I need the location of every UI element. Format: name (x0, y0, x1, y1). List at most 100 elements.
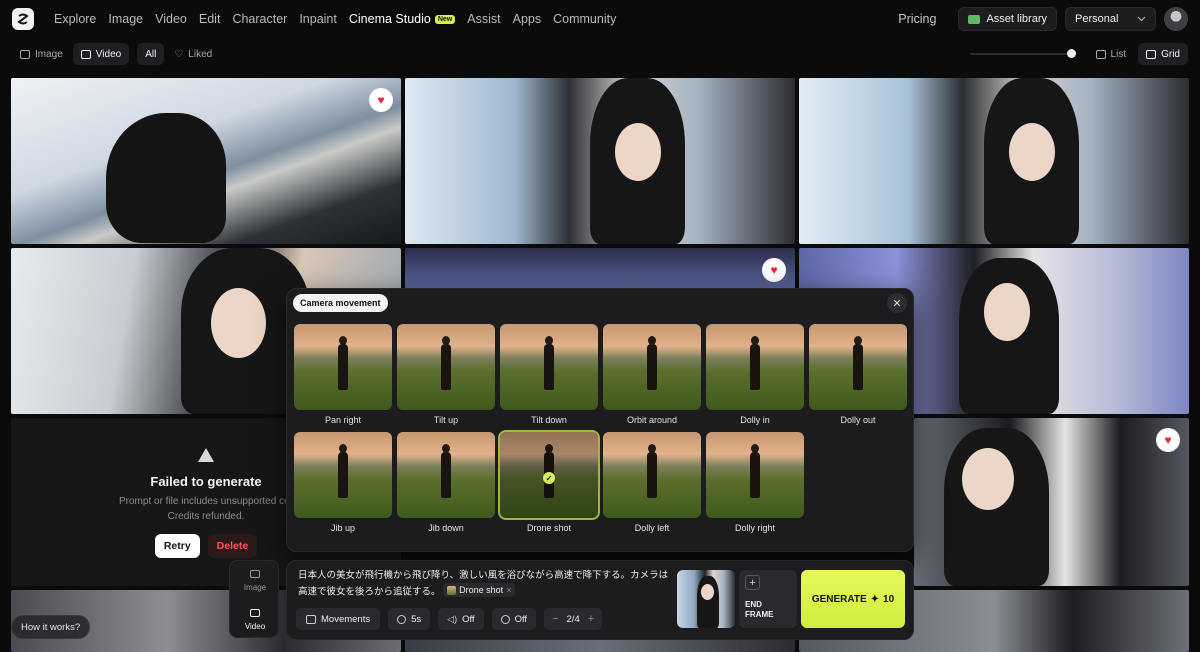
chip-remove-icon[interactable]: × (506, 583, 511, 597)
movements-icon (306, 614, 316, 624)
movement-label: Tilt up (433, 415, 459, 425)
movement-tilt-up[interactable]: Tilt up (397, 324, 495, 425)
filter-all[interactable]: All (137, 43, 165, 65)
plus-icon[interactable]: + (588, 613, 594, 625)
movements-button[interactable]: Movements (296, 608, 381, 630)
close-icon[interactable]: ✕ (887, 293, 907, 313)
movement-dolly-left[interactable]: Dolly left (603, 432, 701, 533)
nav-explore[interactable]: Explore (48, 0, 102, 38)
mode-video[interactable]: Video (230, 609, 280, 631)
movement-label: Dolly in (740, 415, 770, 425)
movement-preview (706, 432, 804, 518)
heart-icon[interactable]: ♥ (369, 88, 393, 112)
filter-liked[interactable]: ♡ Liked (166, 43, 220, 65)
generate-button[interactable]: GENERATE ✦ 10 (801, 570, 905, 628)
clock-icon (397, 614, 407, 624)
thumbnail-size-slider[interactable] (970, 49, 1076, 58)
asset-library-label: Asset library (986, 13, 1047, 25)
nav-community[interactable]: Community (547, 0, 622, 38)
enhance-icon (500, 614, 510, 624)
movement-chip[interactable]: Drone shot × (443, 583, 516, 597)
how-it-works-button[interactable]: How it works? (11, 615, 91, 639)
movement-tilt-down[interactable]: Tilt down (500, 324, 598, 425)
movement-dolly-out[interactable]: Dolly out (809, 324, 907, 425)
view-list[interactable]: List (1088, 43, 1135, 65)
movement-orbit-around[interactable]: Orbit around (603, 324, 701, 425)
prompt-input[interactable]: 日本人の美女が飛行機から飛び降り、激しい風を浴びながら高速で降下する。カメラは高… (298, 569, 676, 600)
movement-dolly-in[interactable]: Dolly in (706, 324, 804, 425)
nav-assist[interactable]: Assist (461, 0, 506, 38)
new-badge: New (434, 14, 456, 24)
failed-title: Failed to generate (150, 474, 262, 489)
view-list-label: List (1110, 48, 1127, 60)
mode-image-label: Image (243, 583, 267, 592)
asset-library-button[interactable]: Asset library (958, 7, 1057, 31)
failed-actions: Retry Delete (154, 534, 258, 558)
nav-apps[interactable]: Apps (507, 0, 548, 38)
end-frame-button[interactable]: + END FRAME (739, 570, 797, 628)
nav-inpaint[interactable]: Inpaint (293, 0, 343, 38)
movement-dolly-right[interactable]: Dolly right (706, 432, 804, 533)
plus-icon: + (745, 575, 760, 590)
start-frame-thumbnail[interactable] (677, 570, 735, 628)
gallery-video-tile[interactable]: ♥ (914, 418, 1189, 586)
top-right-actions: Pricing Asset library Personal (898, 7, 1188, 31)
woman-face (701, 584, 714, 600)
woman-face (962, 448, 1014, 510)
retry-button[interactable]: Retry (154, 534, 200, 558)
heart-icon[interactable]: ♥ (762, 258, 786, 282)
heart-icon[interactable]: ♥ (1156, 428, 1180, 452)
movement-label: Orbit around (626, 415, 678, 425)
woman-face (984, 283, 1030, 341)
end-frame-label: END FRAME (745, 600, 774, 619)
top-navigation: Explore Image Video Edit Character Inpai… (0, 0, 1200, 38)
nav-edit[interactable]: Edit (193, 0, 227, 38)
scope-filter: All ♡ Liked (137, 43, 220, 65)
output-count-value: 2/4 (566, 613, 580, 625)
gallery-video-tile[interactable]: ♥ (11, 78, 401, 244)
movement-label: Tilt down (531, 415, 567, 425)
woman-figure (106, 113, 226, 243)
filter-image[interactable]: Image (12, 43, 71, 65)
sparkle-icon: ✦ (870, 593, 880, 605)
enhance-toggle[interactable]: Off (491, 608, 537, 630)
nav-character[interactable]: Character (226, 0, 293, 38)
movement-drone-shot[interactable]: ✓ Drone shot (498, 430, 600, 533)
filter-video[interactable]: Video (72, 43, 130, 65)
user-avatar[interactable] (1164, 7, 1188, 31)
woman-face (615, 123, 661, 181)
heart-outline-icon: ♡ (174, 48, 184, 60)
nav-video[interactable]: Video (149, 0, 193, 38)
nav-cinema-studio[interactable]: Cinema Studio New (343, 0, 461, 38)
audio-toggle[interactable]: ◁) Off (438, 608, 484, 630)
movement-preview (603, 324, 701, 410)
delete-button[interactable]: Delete (207, 534, 258, 558)
nav-image[interactable]: Image (102, 0, 149, 38)
image-icon (250, 570, 260, 578)
movement-label: Dolly out (840, 415, 876, 425)
movement-preview (294, 324, 392, 410)
slider-knob[interactable] (1067, 49, 1076, 58)
workspace-select[interactable]: Personal (1065, 7, 1156, 31)
movements-label: Movements (321, 613, 371, 625)
mode-image[interactable]: Image (230, 570, 280, 592)
view-grid[interactable]: Grid (1138, 43, 1188, 65)
movement-preview (809, 324, 907, 410)
minus-icon[interactable]: − (552, 613, 558, 625)
movement-jib-up[interactable]: Jib up (294, 432, 392, 533)
filter-liked-label: Liked (188, 48, 213, 60)
mode-video-label: Video (244, 622, 266, 631)
movement-preview (500, 324, 598, 410)
gallery-video-tile[interactable] (405, 78, 795, 244)
duration-button[interactable]: 5s (388, 608, 431, 630)
speaker-icon: ◁) (447, 613, 458, 624)
view-toggle: List Grid (1088, 43, 1188, 65)
movement-preview (397, 324, 495, 410)
gallery-video-tile[interactable] (799, 78, 1189, 244)
movement-pan-right[interactable]: Pan right (294, 324, 392, 425)
folder-icon (968, 14, 981, 24)
pricing-link[interactable]: Pricing (898, 12, 936, 26)
app-logo-icon[interactable] (12, 8, 34, 30)
movement-chip-label: Drone shot (459, 585, 504, 595)
movement-jib-down[interactable]: Jib down (397, 432, 495, 533)
